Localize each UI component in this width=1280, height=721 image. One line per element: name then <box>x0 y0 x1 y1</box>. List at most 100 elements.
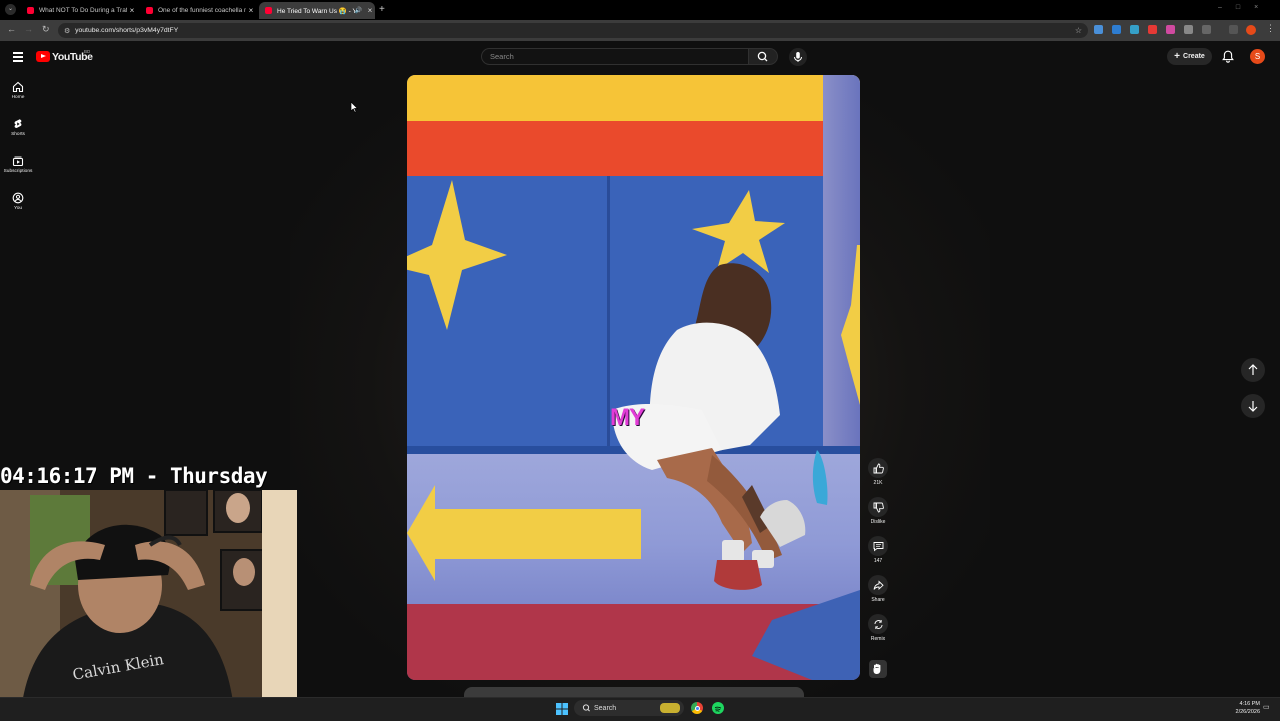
search-icon <box>757 51 768 62</box>
tab-title: What NOT To Do During a Traffic <box>39 7 127 14</box>
tab-search-icon[interactable]: ⌄ <box>5 4 16 15</box>
comments-button[interactable]: 147 <box>866 536 890 564</box>
tab-coachella-video[interactable]: One of the funniest coachella m × <box>140 2 256 19</box>
taskbar-search-label: Search <box>594 704 617 712</box>
reload-icon[interactable]: ↻ <box>42 24 50 35</box>
scene-person <box>612 263 828 590</box>
thumbs-down-icon <box>873 502 884 512</box>
shorts-icon <box>14 119 22 128</box>
you-icon <box>12 192 24 204</box>
comment-icon <box>873 541 883 551</box>
notification-center-icon[interactable]: ▭ <box>1263 703 1270 711</box>
share-button[interactable]: Share <box>866 575 890 603</box>
profile-avatar-icon[interactable] <box>1246 25 1256 35</box>
youtube-favicon-icon <box>265 7 272 14</box>
forward-icon[interactable]: → <box>24 24 33 34</box>
youtube-favicon-icon <box>146 7 153 14</box>
mouse-cursor-icon <box>350 100 359 118</box>
microphone-icon <box>794 52 802 62</box>
share-label: Share <box>871 597 885 603</box>
taskbar-search[interactable]: Search <box>574 700 684 716</box>
sidebar-item-home[interactable]: Home <box>0 81 36 100</box>
arrow-up-icon <box>1248 364 1258 375</box>
site-info-icon[interactable]: ⚙ <box>64 27 70 35</box>
scene-star-left <box>407 180 507 330</box>
bookmark-star-icon[interactable]: ☆ <box>1075 26 1082 35</box>
scene-star-edge <box>841 245 860 405</box>
thumbs-up-icon <box>873 463 884 473</box>
youtube-logo-icon[interactable] <box>36 51 50 62</box>
tab-title: One of the funniest coachella m <box>158 7 246 14</box>
next-short-button[interactable] <box>1241 394 1265 418</box>
previous-short-button[interactable] <box>1241 358 1265 382</box>
share-icon <box>873 579 884 590</box>
sidebar-item-subscriptions[interactable]: Subscriptions <box>0 155 36 174</box>
extension-icon[interactable] <box>1148 25 1157 34</box>
dislike-button[interactable]: Dislike <box>866 497 890 525</box>
sidebar-item-label: Home <box>11 95 25 100</box>
back-icon[interactable]: ← <box>7 24 16 34</box>
extension-icon[interactable] <box>1094 25 1103 34</box>
taskbar-clock[interactable]: 4:16 PM 2/26/2026 <box>1222 700 1260 716</box>
dislike-label: Dislike <box>870 519 886 525</box>
video-caption-text: MY <box>610 404 645 431</box>
sidebar-item-shorts[interactable]: Shorts <box>0 118 36 137</box>
account-avatar[interactable]: S <box>1250 49 1265 64</box>
remix-icon <box>874 619 882 629</box>
extension-icon[interactable] <box>1184 25 1193 34</box>
sidebar-item-label: Shorts <box>11 132 25 137</box>
webcam-overlay: Calvin Klein <box>0 490 297 720</box>
close-tab-icon[interactable]: × <box>365 6 375 15</box>
like-count: 21K <box>873 480 883 486</box>
windows-start-icon[interactable] <box>556 702 568 720</box>
like-button[interactable]: 21K <box>866 458 890 486</box>
sidebar-item-label: Subscriptions <box>3 169 33 174</box>
extension-icon[interactable] <box>1112 25 1121 34</box>
create-button[interactable]: + Create <box>1167 48 1212 65</box>
sidebar-item-you[interactable]: You <box>0 192 36 211</box>
speaker-icon[interactable]: 🔊 <box>355 7 362 14</box>
shorts-video-player[interactable] <box>407 75 860 680</box>
hamburger-menu-icon[interactable] <box>13 52 23 64</box>
extension-icon[interactable] <box>1166 25 1175 34</box>
arrow-down-icon <box>1248 401 1258 412</box>
browser-menu-icon[interactable]: ⋮ <box>1266 23 1275 34</box>
close-tab-icon[interactable]: × <box>246 6 256 15</box>
scene-red-stripe <box>407 121 860 176</box>
audio-thumbnail[interactable] <box>869 660 887 678</box>
search-button[interactable] <box>748 48 778 65</box>
comment-count: 147 <box>873 558 883 564</box>
sidebar-item-label: You <box>13 206 23 211</box>
extension-icon[interactable] <box>1130 25 1139 34</box>
home-icon <box>12 81 24 93</box>
remix-label: Remix <box>870 636 886 642</box>
new-tab-icon[interactable]: + <box>379 4 385 15</box>
youtube-favicon-icon <box>27 7 34 14</box>
tab-current-short[interactable]: He Tried To Warn Us 😭 - Yo 🔊 × <box>259 2 375 19</box>
plus-icon: + <box>1174 51 1181 62</box>
reading-list-icon[interactable] <box>1229 25 1238 34</box>
spotify-taskbar-icon[interactable] <box>712 702 724 714</box>
tab-title: He Tried To Warn Us 😭 - Yo <box>277 7 355 15</box>
tab-traffic-video[interactable]: What NOT To Do During a Traffic × <box>21 2 137 19</box>
taskbar-time: 4:16 PM <box>1239 701 1260 707</box>
search-placeholder: Search <box>490 52 514 61</box>
close-tab-icon[interactable]: × <box>127 6 137 15</box>
address-bar[interactable]: ⚙ youtube.com/shorts/p3vM4y7dtFY ☆ <box>58 23 1088 38</box>
country-code: BD <box>84 49 91 54</box>
taskbar-date: 2/26/2026 <box>1235 709 1260 715</box>
subscriptions-icon <box>12 156 24 167</box>
chrome-taskbar-icon[interactable] <box>691 702 703 714</box>
webcam-scene-image <box>0 490 297 720</box>
search-icon <box>582 704 590 712</box>
voice-search-button[interactable] <box>789 48 807 66</box>
search-highlight-icon <box>660 703 680 713</box>
window-controls[interactable]: –□× <box>1218 4 1272 11</box>
create-label: Create <box>1183 53 1205 60</box>
notifications-bell-icon[interactable] <box>1222 50 1234 68</box>
search-input[interactable]: Search <box>481 48 748 65</box>
hand-icon <box>873 663 881 674</box>
remix-button[interactable]: Remix <box>866 614 890 642</box>
extensions-puzzle-icon[interactable] <box>1202 25 1211 34</box>
scene-yellow-stripe <box>407 75 860 121</box>
